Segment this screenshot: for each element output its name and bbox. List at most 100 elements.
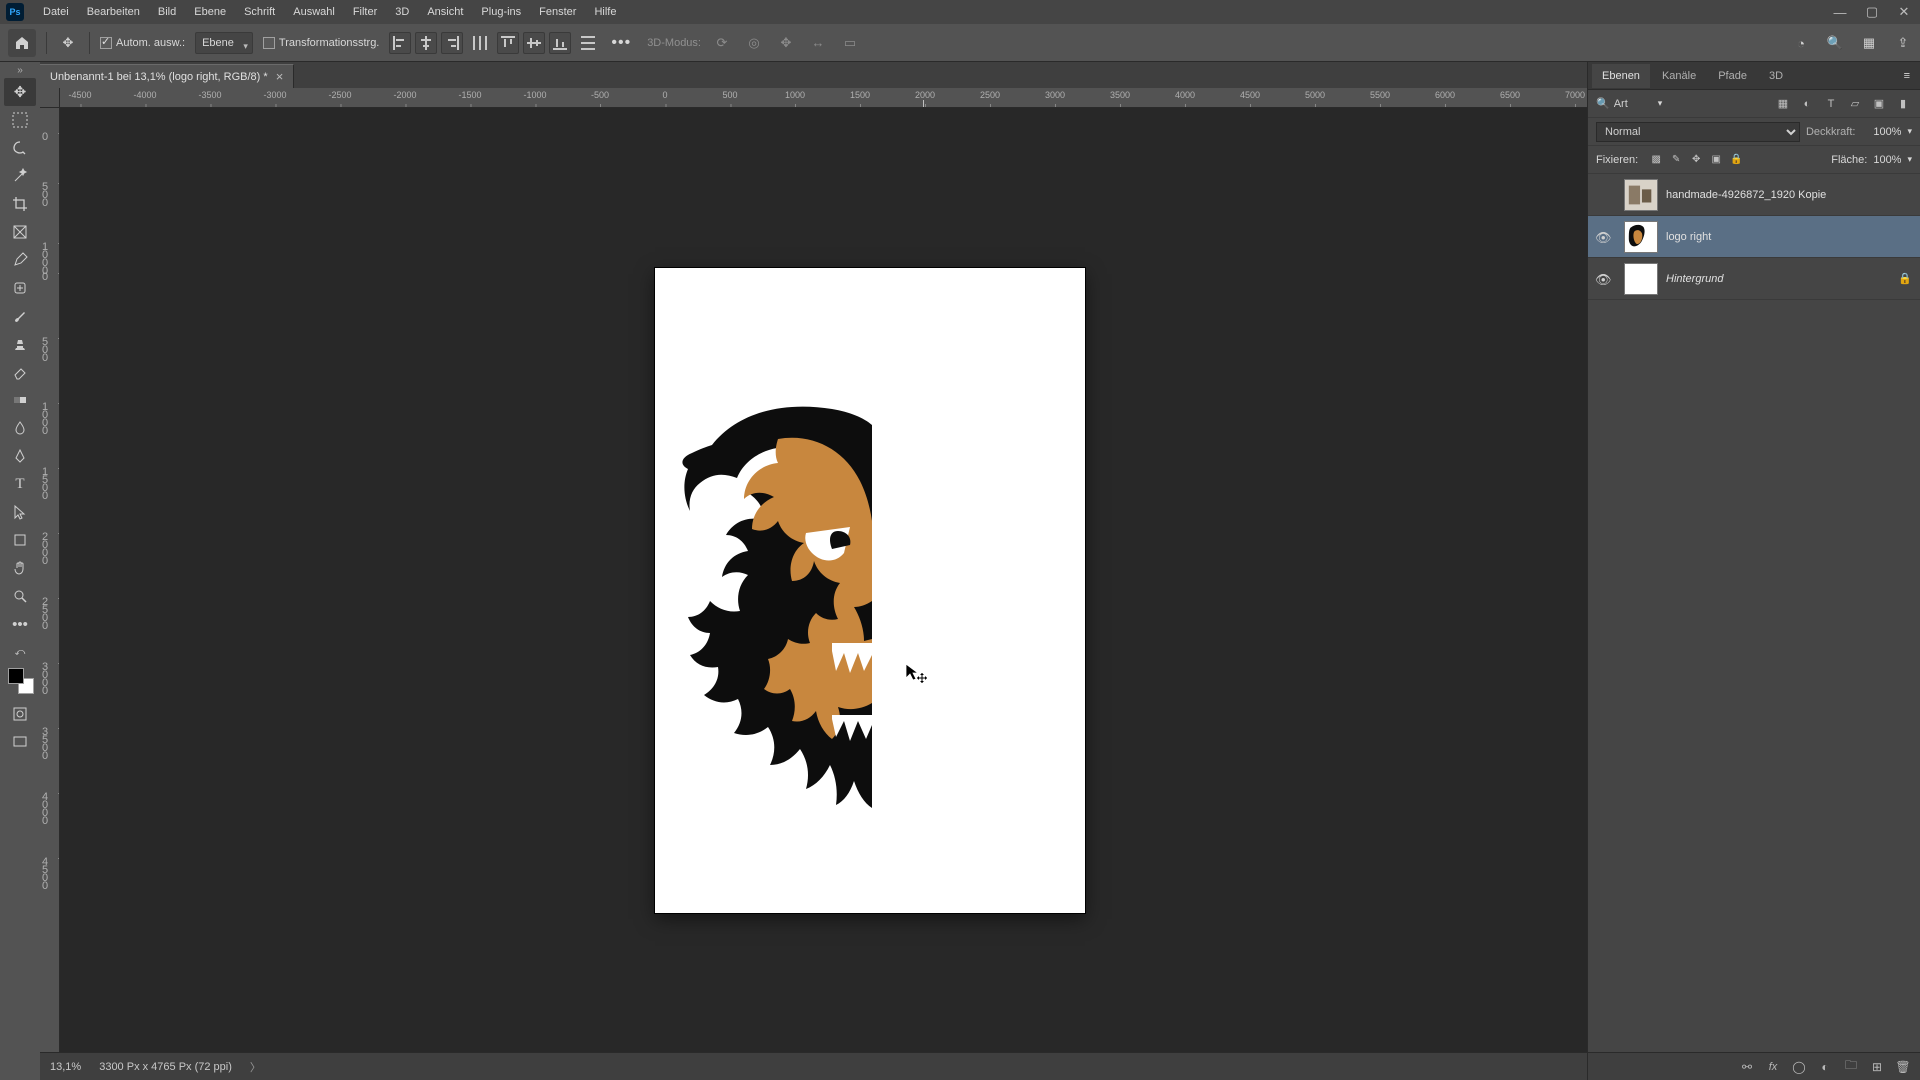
layer-row[interactable]: 👁logo right: [1588, 216, 1920, 258]
auto-select-target-dropdown[interactable]: Ebene: [195, 32, 253, 54]
menu-3d[interactable]: 3D: [386, 0, 418, 24]
menu-filter[interactable]: Filter: [344, 0, 386, 24]
cloud-docs-icon[interactable]: ◔: [1790, 32, 1812, 54]
layer-mask-icon[interactable]: ◯: [1790, 1058, 1808, 1076]
menu-ebene[interactable]: Ebene: [185, 0, 235, 24]
new-layer-icon[interactable]: ⊞: [1868, 1058, 1886, 1076]
menu-ansicht[interactable]: Ansicht: [418, 0, 472, 24]
align-vcenter-button[interactable]: [523, 32, 545, 54]
menu-datei[interactable]: Datei: [34, 0, 78, 24]
frame-tool[interactable]: [4, 218, 36, 246]
lock-pixels-icon[interactable]: ✎: [1668, 152, 1684, 168]
marquee-tool[interactable]: [4, 106, 36, 134]
share-icon[interactable]: ⇪: [1892, 32, 1914, 54]
blend-mode-dropdown[interactable]: Normal: [1596, 122, 1800, 142]
zoom-tool[interactable]: [4, 582, 36, 610]
layer-row[interactable]: 👁Hintergrund🔒: [1588, 258, 1920, 300]
panel-tab-kanäle[interactable]: Kanäle: [1652, 64, 1706, 88]
layer-visibility-toggle[interactable]: 👁: [1588, 230, 1616, 244]
search-icon[interactable]: 🔍: [1824, 32, 1846, 54]
pen-tool[interactable]: [4, 442, 36, 470]
show-transform-checkbox[interactable]: Transformationsstrg.: [263, 37, 379, 49]
filter-adjust-icon[interactable]: ◐: [1798, 95, 1816, 113]
layer-thumbnail[interactable]: [1624, 263, 1658, 295]
panel-tab-pfade[interactable]: Pfade: [1708, 64, 1757, 88]
lasso-tool[interactable]: [4, 134, 36, 162]
type-tool[interactable]: T: [4, 470, 36, 498]
chevron-down-icon[interactable]: ▾: [1907, 126, 1912, 137]
crop-tool[interactable]: [4, 190, 36, 218]
layer-row[interactable]: handmade-4926872_1920 Kopie: [1588, 174, 1920, 216]
panel-tab-ebenen[interactable]: Ebenen: [1592, 64, 1650, 88]
align-left-button[interactable]: [389, 32, 411, 54]
adjustment-layer-icon[interactable]: ◐: [1816, 1058, 1834, 1076]
menu-plug-ins[interactable]: Plug-ins: [472, 0, 530, 24]
panel-tab-3d[interactable]: 3D: [1759, 64, 1793, 88]
fill-value[interactable]: 100%: [1873, 154, 1901, 166]
layer-visibility-toggle[interactable]: 👁: [1588, 272, 1616, 286]
viewport[interactable]: [60, 108, 1587, 1052]
artboard[interactable]: [655, 268, 1085, 913]
document-info[interactable]: 3300 Px x 4765 Px (72 ppi): [99, 1061, 232, 1073]
shape-tool[interactable]: [4, 526, 36, 554]
hand-tool[interactable]: [4, 554, 36, 582]
filter-smart-icon[interactable]: ▣: [1870, 95, 1888, 113]
distribute-h-button[interactable]: [473, 36, 487, 50]
menu-auswahl[interactable]: Auswahl: [284, 0, 344, 24]
layer-name[interactable]: handmade-4926872_1920 Kopie: [1666, 189, 1912, 201]
align-hcenter-button[interactable]: [415, 32, 437, 54]
healing-brush-tool[interactable]: [4, 274, 36, 302]
ruler-origin[interactable]: [40, 88, 60, 108]
menu-hilfe[interactable]: Hilfe: [585, 0, 625, 24]
layer-thumbnail[interactable]: [1624, 221, 1658, 253]
layer-filter-dropdown[interactable]: 🔍 ▾: [1596, 94, 1768, 114]
filter-type-icon[interactable]: T: [1822, 95, 1840, 113]
new-group-icon[interactable]: 🗀: [1842, 1058, 1860, 1076]
tool-panel-expand-icon[interactable]: »: [0, 62, 40, 78]
layer-thumbnail[interactable]: [1624, 179, 1658, 211]
chevron-down-icon[interactable]: ▾: [1907, 154, 1912, 165]
artwork-layer[interactable]: [682, 403, 872, 808]
quick-mask-button[interactable]: [4, 700, 36, 728]
brush-tool[interactable]: [4, 302, 36, 330]
layer-filter-value[interactable]: [1614, 98, 1654, 110]
opacity-value[interactable]: 100%: [1861, 126, 1901, 138]
menu-fenster[interactable]: Fenster: [530, 0, 585, 24]
layer-name[interactable]: Hintergrund: [1666, 273, 1898, 285]
layer-list[interactable]: handmade-4926872_1920 Kopie👁logo right👁H…: [1588, 174, 1920, 1052]
home-button[interactable]: [8, 29, 36, 57]
auto-select-checkbox[interactable]: Autom. ausw.:: [100, 37, 185, 49]
blur-tool[interactable]: [4, 414, 36, 442]
lock-artboard-icon[interactable]: ▣: [1708, 152, 1724, 168]
distribute-v-button[interactable]: [581, 36, 595, 50]
lock-all-icon[interactable]: 🔒: [1728, 152, 1744, 168]
magic-wand-tool[interactable]: [4, 162, 36, 190]
lock-position-icon[interactable]: ✥: [1688, 152, 1704, 168]
window-minimize-button[interactable]: —: [1824, 0, 1856, 24]
filter-shape-icon[interactable]: ▱: [1846, 95, 1864, 113]
foreground-background-colors[interactable]: [6, 666, 34, 694]
window-close-button[interactable]: ✕: [1888, 0, 1920, 24]
layer-fx-icon[interactable]: fx: [1764, 1058, 1782, 1076]
menu-schrift[interactable]: Schrift: [235, 0, 284, 24]
screen-mode-button[interactable]: [4, 728, 36, 756]
filter-toggle-switch[interactable]: ▮: [1894, 95, 1912, 113]
path-select-tool[interactable]: [4, 498, 36, 526]
clone-stamp-tool[interactable]: [4, 330, 36, 358]
lock-transparency-icon[interactable]: ▩: [1648, 152, 1664, 168]
edit-toolbar-button[interactable]: •••: [4, 610, 36, 638]
window-restore-button[interactable]: ▢: [1856, 0, 1888, 24]
close-tab-button[interactable]: ×: [276, 69, 284, 84]
vertical-ruler[interactable]: 0500100005001000150020002500300035004000…: [40, 108, 60, 1052]
move-tool[interactable]: ✥: [4, 78, 36, 106]
align-right-button[interactable]: [441, 32, 463, 54]
zoom-level[interactable]: 13,1%: [50, 1061, 81, 1073]
eraser-tool[interactable]: [4, 358, 36, 386]
delete-layer-icon[interactable]: 🗑: [1894, 1058, 1912, 1076]
move-tool-indicator-icon[interactable]: ✥: [57, 32, 79, 54]
document-tab[interactable]: Unbenannt-1 bei 13,1% (logo right, RGB/8…: [40, 64, 294, 88]
horizontal-ruler[interactable]: -4500-4000-3500-3000-2500-2000-1500-1000…: [60, 88, 1587, 108]
menu-bearbeiten[interactable]: Bearbeiten: [78, 0, 149, 24]
align-bottom-button[interactable]: [549, 32, 571, 54]
panel-menu-icon[interactable]: ≡: [1898, 70, 1916, 82]
